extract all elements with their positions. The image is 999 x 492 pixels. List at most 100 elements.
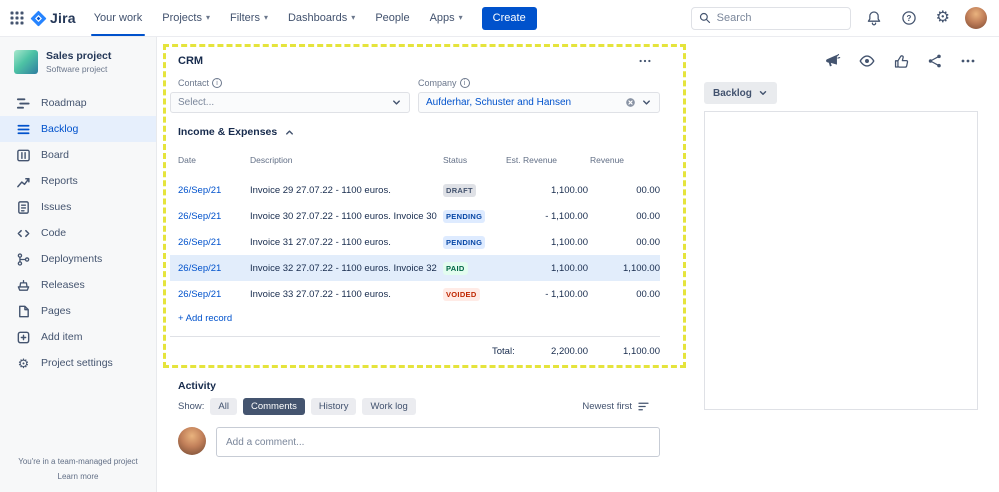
filter-all-button[interactable]: All: [210, 398, 237, 415]
status-dropdown-button[interactable]: Backlog: [704, 82, 777, 104]
sidebar-item-label: Deployments: [41, 253, 103, 265]
share-button[interactable]: [925, 51, 945, 71]
total-label: Total:: [492, 346, 515, 357]
status-badge: PENDING: [443, 209, 486, 223]
sidebar-item-label: Issues: [41, 201, 72, 213]
nav-projects[interactable]: Projects ▾: [152, 0, 220, 36]
add-item-icon: [16, 330, 31, 345]
watch-eye-icon: [858, 52, 876, 70]
svg-text:?: ?: [906, 14, 911, 23]
sidebar-item-roadmap[interactable]: Roadmap: [0, 90, 156, 116]
sidebar-menu: Roadmap Backlog Board Reports Issues Cod…: [0, 90, 156, 376]
company-select[interactable]: Aufderhar, Schuster and Hansen: [418, 92, 660, 113]
jira-logo-icon: [30, 10, 47, 27]
sort-order-label: Newest first: [582, 401, 632, 412]
table-total-row: Total: 2,200.00 1,100.00: [170, 336, 660, 362]
search-input[interactable]: [716, 12, 843, 24]
total-est-revenue: 2,200.00: [551, 346, 588, 357]
sidebar-item-backlog[interactable]: Backlog: [0, 116, 156, 142]
row-description: Invoice 29 27.07.22 - 1100 euros.: [250, 184, 391, 196]
jira-logo-text: Jira: [50, 10, 76, 26]
table-row-selected[interactable]: 26/Sep/21 Invoice 32 27.07.22 - 1100 eur…: [170, 255, 660, 281]
notifications-button[interactable]: [862, 6, 886, 30]
main-content: CRM Contact i Company i Select... Aufder…: [157, 37, 704, 492]
app-switcher-button[interactable]: [6, 7, 28, 29]
panel-more-button[interactable]: [634, 50, 656, 72]
row-est-revenue: 1,100.00: [551, 262, 588, 274]
sidebar-item-add-item[interactable]: Add item: [0, 324, 156, 350]
sidebar-item-reports[interactable]: Reports: [0, 168, 156, 194]
filter-history-button[interactable]: History: [310, 398, 357, 415]
row-date-link[interactable]: 26/Sep/21: [170, 289, 250, 300]
project-header[interactable]: Sales project Software project: [0, 37, 156, 82]
column-header-est-revenue: Est. Revenue: [506, 155, 558, 165]
row-date-link[interactable]: 26/Sep/21: [170, 263, 250, 274]
nav-apps[interactable]: Apps ▾: [420, 0, 473, 36]
sidebar-item-project-settings[interactable]: ⚙ Project settings: [0, 350, 156, 376]
nav-people[interactable]: People: [365, 0, 419, 36]
watch-button[interactable]: [856, 50, 878, 72]
table-row[interactable]: 26/Sep/21 Invoice 33 27.07.22 - 1100 eur…: [170, 281, 660, 307]
sidebar-item-board[interactable]: Board: [0, 142, 156, 168]
row-description: Invoice 32 27.07.22 - 1100 euros. Invoic…: [250, 262, 437, 274]
jira-logo[interactable]: Jira: [30, 10, 76, 27]
table-row[interactable]: 26/Sep/21 Invoice 30 27.07.22 - 1100 eur…: [170, 203, 660, 229]
show-label: Show:: [178, 401, 205, 412]
contact-select[interactable]: Select...: [170, 92, 410, 113]
nav-filters[interactable]: Filters ▾: [220, 0, 278, 36]
filter-comments-button[interactable]: Comments: [242, 398, 305, 415]
learn-more-link[interactable]: Learn more: [0, 470, 156, 484]
project-avatar: [14, 50, 38, 74]
income-expenses-section-header[interactable]: Income & Expenses: [178, 126, 295, 138]
add-record-link[interactable]: + Add record: [178, 313, 232, 324]
deployments-icon: [16, 252, 31, 267]
chevron-down-icon: [641, 97, 652, 108]
settings-button[interactable]: ⚙: [932, 6, 954, 30]
comment-composer: [178, 427, 660, 457]
row-est-revenue: 1,100.00: [551, 236, 588, 248]
like-button[interactable]: [891, 51, 912, 72]
activity-filter-bar: Show: All Comments History Work log Newe…: [178, 398, 660, 415]
sidebar-item-code[interactable]: Code: [0, 220, 156, 246]
chevron-up-icon: [284, 127, 295, 138]
table-row[interactable]: 26/Sep/21 Invoice 31 27.07.22 - 1100 eur…: [170, 229, 660, 255]
row-revenue: 00.00: [636, 184, 660, 196]
chevron-down-icon: [758, 88, 768, 98]
info-icon: i: [459, 78, 470, 88]
nav-label: Filters: [230, 12, 260, 24]
sidebar-item-label: Add item: [41, 331, 83, 343]
sort-order-control[interactable]: Newest first: [582, 400, 650, 413]
sidebar-item-releases[interactable]: Releases: [0, 272, 156, 298]
nav-label: Apps: [429, 12, 455, 24]
user-avatar[interactable]: [965, 7, 987, 29]
feedback-button[interactable]: [821, 50, 843, 72]
panel-title: CRM: [178, 55, 204, 67]
nav-dashboards[interactable]: Dashboards ▾: [278, 0, 365, 36]
row-revenue: 1,100.00: [623, 262, 660, 274]
sidebar-item-pages[interactable]: Pages: [0, 298, 156, 324]
contact-select-placeholder: Select...: [178, 97, 215, 108]
create-button[interactable]: Create: [481, 6, 537, 30]
row-date-link[interactable]: 26/Sep/21: [170, 237, 250, 248]
table-row[interactable]: 26/Sep/21 Invoice 29 27.07.22 - 1100 eur…: [170, 177, 660, 203]
row-date-link[interactable]: 26/Sep/21: [170, 211, 250, 222]
chevron-down-icon: ▾: [263, 13, 268, 22]
team-managed-note: You're in a team-managed project: [18, 457, 138, 467]
help-button[interactable]: ?: [897, 6, 921, 30]
filter-worklog-button[interactable]: Work log: [362, 398, 416, 415]
sidebar-item-issues[interactable]: Issues: [0, 194, 156, 220]
row-date-link[interactable]: 26/Sep/21: [170, 185, 250, 196]
row-est-revenue: - 1,100.00: [545, 210, 588, 222]
clear-icon[interactable]: [625, 97, 636, 108]
pages-icon: [16, 304, 31, 319]
crm-panel: CRM Contact i Company i Select... Aufder…: [170, 37, 660, 492]
panel-more-actions-button[interactable]: [958, 51, 978, 71]
search-box[interactable]: [690, 6, 851, 30]
section-title: Income & Expenses: [178, 126, 278, 138]
nav-your-work[interactable]: Your work: [84, 0, 153, 36]
row-revenue: 00.00: [636, 236, 660, 248]
sidebar-item-label: Backlog: [41, 123, 79, 135]
comment-input[interactable]: [216, 427, 660, 457]
row-revenue: 00.00: [636, 210, 660, 222]
sidebar-item-deployments[interactable]: Deployments: [0, 246, 156, 272]
